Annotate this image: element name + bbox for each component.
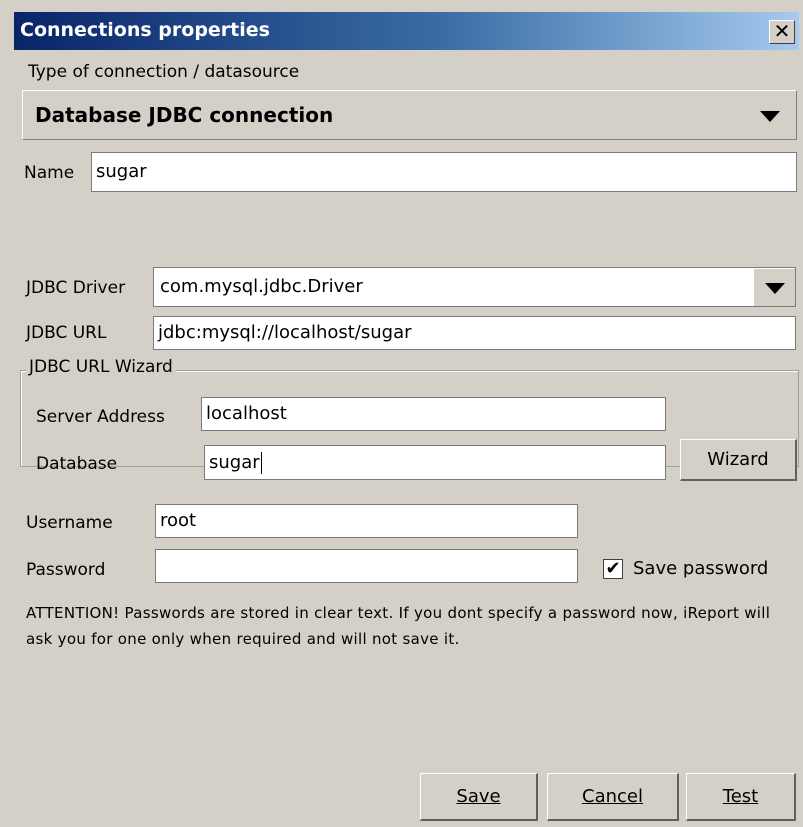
jdbc-url-wizard-title: JDBC URL Wizard (26, 357, 176, 377)
jdbc-driver-select[interactable]: com.mysql.jdbc.Driver (153, 267, 796, 307)
text-cursor (260, 452, 262, 474)
password-label: Password (26, 560, 106, 580)
connection-type-value: Database JDBC connection (35, 103, 334, 127)
name-field[interactable]: sugar (91, 152, 797, 192)
wizard-button[interactable]: Wizard (680, 439, 797, 481)
name-label: Name (24, 163, 75, 183)
chevron-down-icon (765, 283, 785, 294)
jdbc-driver-value: com.mysql.jdbc.Driver (160, 276, 363, 297)
save-button[interactable]: Save (420, 773, 538, 821)
jdbc-driver-label: JDBC Driver (26, 278, 126, 298)
connection-type-select[interactable]: Database JDBC connection (22, 90, 797, 140)
server-address-label: Server Address (36, 407, 165, 427)
save-button-label: Save (456, 786, 501, 807)
database-field[interactable]: sugar (204, 445, 666, 480)
close-icon[interactable]: ✕ (769, 20, 795, 44)
cancel-button[interactable]: Cancel (547, 773, 679, 821)
username-label: Username (26, 513, 113, 533)
connection-type-label: Type of connection / datasource (28, 62, 300, 82)
title-bar[interactable]: Connections properties ✕ (14, 12, 799, 50)
database-value: sugar (209, 452, 260, 473)
test-button-label: Test (722, 786, 759, 807)
username-field[interactable]: root (155, 504, 578, 538)
test-button[interactable]: Test (686, 773, 796, 821)
cancel-button-label: Cancel (582, 786, 643, 807)
save-password-label[interactable]: Save password (633, 558, 768, 579)
jdbc-url-label: JDBC URL (26, 323, 107, 343)
jdbc-driver-dropdown-button[interactable] (753, 268, 795, 306)
save-password-checkbox[interactable]: ✔ (603, 559, 623, 579)
connections-dialog: Connections properties ✕ Type of connect… (0, 0, 803, 827)
password-field[interactable] (155, 549, 578, 583)
chevron-down-icon (760, 111, 780, 122)
database-label: Database (36, 454, 118, 474)
attention-note: ATTENTION! Passwords are stored in clear… (26, 604, 771, 648)
server-address-field[interactable]: localhost (201, 397, 666, 431)
window-title: Connections properties (20, 19, 270, 41)
jdbc-url-field[interactable]: jdbc:mysql://localhost/sugar (153, 316, 796, 350)
